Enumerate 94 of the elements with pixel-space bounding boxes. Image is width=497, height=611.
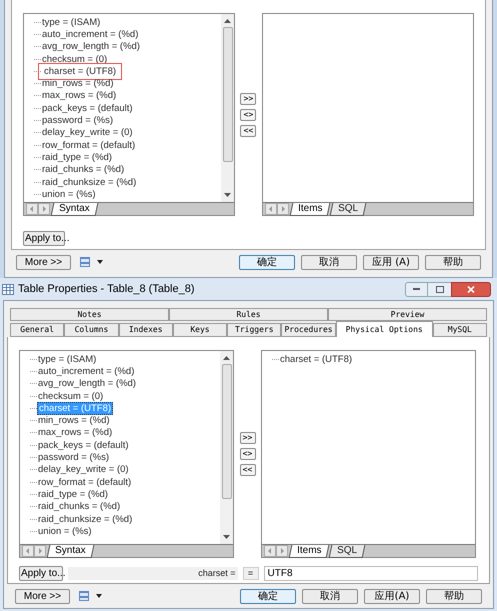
tab[interactable]: MySQL bbox=[432, 323, 487, 337]
tab[interactable]: Columns bbox=[64, 323, 119, 337]
tree-item[interactable]: type = (ISAM) bbox=[37, 354, 98, 365]
tab-scroll-left-icon[interactable] bbox=[22, 545, 34, 557]
tab-scroll-right-icon[interactable] bbox=[34, 545, 46, 557]
minimize-button[interactable] bbox=[405, 282, 428, 296]
tree-item[interactable]: union = (%s) bbox=[41, 188, 97, 200]
tree-item[interactable]: min_rows = (%d) bbox=[41, 78, 115, 90]
tab-scroll-left-icon[interactable] bbox=[264, 203, 277, 215]
table-icon bbox=[2, 284, 14, 294]
tree-item[interactable]: pack_keys = (default) bbox=[37, 440, 130, 451]
tree-item[interactable]: password = (%s) bbox=[37, 452, 110, 464]
dialog-button[interactable]: 应用(A) bbox=[364, 588, 420, 604]
tab[interactable]: Syntax bbox=[50, 203, 98, 216]
dialog-button[interactable]: 帮助 bbox=[425, 254, 481, 270]
tab[interactable]: SQL bbox=[330, 203, 367, 216]
scroll-thumb[interactable] bbox=[222, 27, 233, 162]
close-icon bbox=[467, 286, 475, 292]
tab[interactable]: Physical Options bbox=[336, 321, 433, 337]
scroll-down-icon[interactable] bbox=[223, 535, 230, 539]
tree-item[interactable]: max_rows = (%d) bbox=[37, 427, 114, 438]
move-button[interactable]: << bbox=[240, 124, 256, 136]
tab[interactable]: Procedures bbox=[281, 323, 336, 337]
tree-item[interactable]: union = (%s) bbox=[37, 526, 93, 537]
tree-item[interactable]: max_rows = (%d) bbox=[41, 90, 118, 102]
tab[interactable]: Keys bbox=[172, 323, 228, 337]
tab-scroll-left-icon[interactable] bbox=[264, 545, 276, 557]
printer-icon[interactable] bbox=[78, 590, 90, 602]
scroll-up-icon[interactable] bbox=[224, 19, 232, 23]
scroll-down-icon[interactable] bbox=[224, 193, 232, 197]
tree-item[interactable]: auto_increment = (%d) bbox=[41, 28, 140, 40]
tab[interactable]: Indexes bbox=[118, 323, 173, 337]
tree-item[interactable]: delay_key_write = (0) bbox=[41, 127, 134, 138]
operator-field[interactable]: = bbox=[242, 567, 259, 580]
window-title: Table Properties - Table_8 (Table_8) bbox=[18, 282, 195, 297]
scroll-thumb[interactable] bbox=[222, 364, 232, 499]
tab[interactable]: Notes bbox=[10, 308, 169, 321]
move-button[interactable]: << bbox=[240, 464, 256, 476]
tab[interactable]: Preview bbox=[328, 308, 487, 321]
tree-item[interactable]: charset = (UTF8) bbox=[279, 354, 354, 365]
tree-item[interactable]: raid_chunksize = (%d) bbox=[37, 514, 134, 524]
tab-scroll-right-icon[interactable] bbox=[38, 203, 50, 215]
tree-item[interactable]: raid_type = (%d) bbox=[37, 488, 109, 500]
minimize-icon bbox=[413, 288, 420, 290]
tab[interactable]: Rules bbox=[169, 308, 328, 321]
scrollbar[interactable] bbox=[220, 351, 233, 544]
dropdown-arrow-icon[interactable] bbox=[96, 594, 102, 598]
tree-item[interactable]: password = (%s) bbox=[41, 115, 114, 126]
tree-item[interactable]: raid_type = (%d) bbox=[41, 152, 113, 163]
tree-item[interactable]: auto_increment = (%d) bbox=[37, 366, 136, 377]
tree-item[interactable]: raid_chunks = (%d) bbox=[37, 501, 122, 512]
dialog-button[interactable]: 确定 bbox=[240, 588, 296, 604]
tree-item[interactable]: min_rows = (%d) bbox=[37, 415, 111, 426]
tree-item[interactable]: row_format = (default) bbox=[37, 476, 132, 488]
tab[interactable]: Items bbox=[288, 545, 330, 558]
tree-item[interactable]: avg_row_length = (%d) bbox=[41, 41, 141, 52]
tree-item[interactable]: raid_chunks = (%d) bbox=[41, 164, 126, 176]
tree-item[interactable]: delay_key_write = (0) bbox=[37, 464, 130, 476]
tab[interactable]: General bbox=[10, 323, 64, 337]
dialog-button[interactable]: 应用 (A) bbox=[363, 254, 419, 270]
tree-item[interactable]: type = (ISAM) bbox=[41, 16, 102, 28]
dialog-button[interactable]: 帮助 bbox=[426, 588, 482, 604]
tree-item[interactable]: checksum = (0) bbox=[37, 390, 104, 402]
maximize-button[interactable] bbox=[428, 282, 451, 296]
dialog-button[interactable]: 取消 bbox=[301, 254, 357, 270]
tab-scroll-right-icon[interactable] bbox=[276, 545, 288, 557]
tab-scroll-right-icon[interactable] bbox=[276, 203, 289, 215]
tab[interactable]: SQL bbox=[329, 545, 366, 558]
tree-item[interactable]: raid_chunksize = (%d) bbox=[41, 176, 138, 188]
move-button[interactable]: >> bbox=[240, 432, 256, 444]
move-button[interactable]: >> bbox=[240, 92, 256, 104]
dialog-button[interactable]: 确定 bbox=[239, 254, 295, 270]
maximize-icon bbox=[436, 286, 444, 292]
tree-item[interactable]: avg_row_length = (%d) bbox=[37, 378, 137, 390]
tab[interactable]: Syntax bbox=[46, 545, 94, 558]
more-button[interactable]: More >> bbox=[15, 588, 70, 604]
printer-icon[interactable] bbox=[79, 256, 91, 268]
tree-item[interactable]: pack_keys = (default) bbox=[41, 102, 134, 114]
move-button[interactable]: <> bbox=[240, 448, 256, 460]
dropdown-arrow-icon[interactable] bbox=[97, 260, 103, 264]
dialog-button[interactable]: 取消 bbox=[302, 588, 358, 604]
scrollbar[interactable] bbox=[221, 14, 234, 202]
tree-item[interactable]: charset = (UTF8) bbox=[41, 66, 120, 77]
tab-scroll-left-icon[interactable] bbox=[26, 203, 38, 215]
move-button[interactable]: <> bbox=[240, 108, 256, 120]
tab[interactable]: Triggers bbox=[227, 323, 282, 337]
option-label: charset = bbox=[198, 566, 236, 580]
close-button[interactable] bbox=[451, 282, 491, 296]
value-field[interactable]: UTF8 bbox=[264, 566, 478, 581]
more-button[interactable]: More >> bbox=[16, 254, 71, 270]
apply-button[interactable]: Apply to... bbox=[19, 566, 63, 581]
scroll-up-icon[interactable] bbox=[223, 356, 230, 360]
tab[interactable]: Items bbox=[289, 203, 331, 216]
tree-item[interactable]: row_format = (default) bbox=[41, 140, 136, 151]
